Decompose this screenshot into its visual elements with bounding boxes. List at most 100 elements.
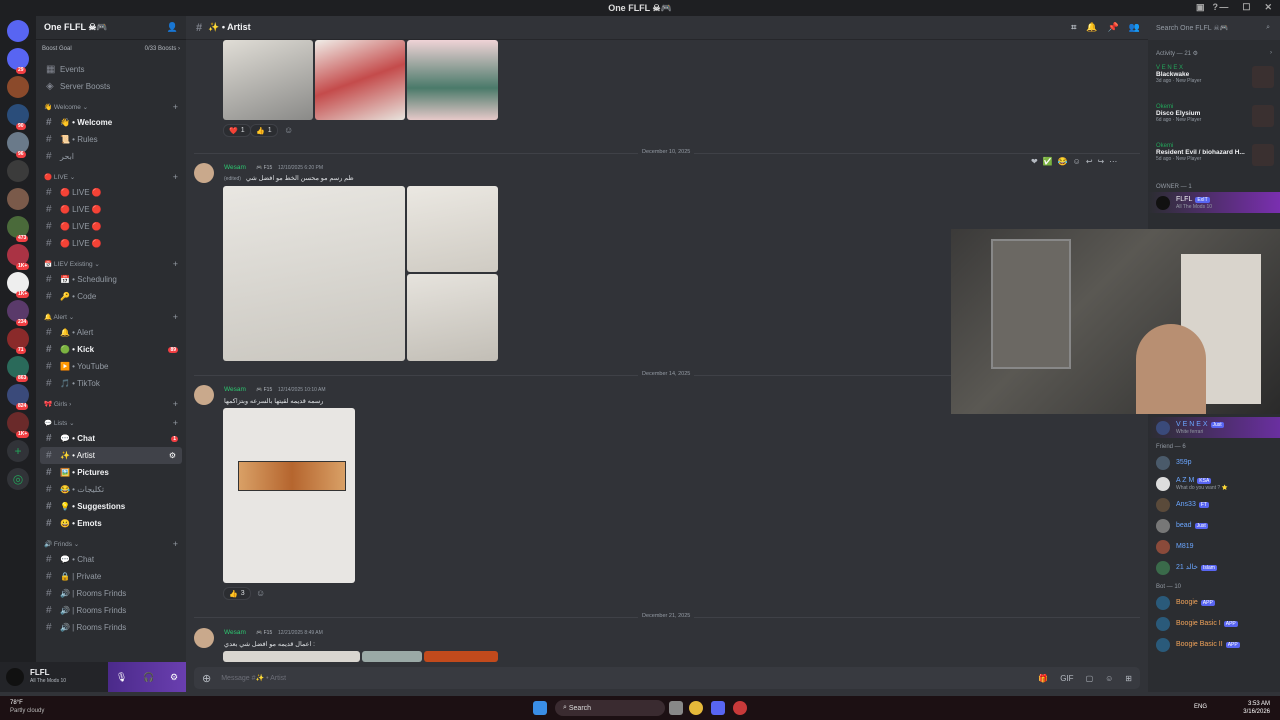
channel-item[interactable]: # 💬 • Chat 1: [36, 430, 186, 447]
channel-item[interactable]: # 🔔 • Alert: [36, 324, 186, 341]
members-icon[interactable]: 👥: [1129, 22, 1140, 33]
channel-item[interactable]: # ✨ • Artist ⚙: [40, 447, 182, 464]
add-reaction-icon[interactable]: ☺: [256, 588, 265, 598]
bot-item[interactable]: Boogie Basic II APP: [1148, 634, 1280, 655]
server-icon[interactable]: 96: [7, 132, 29, 158]
inbox-icon[interactable]: ▣: [1196, 2, 1205, 13]
add-channel-icon[interactable]: +: [173, 259, 178, 269]
channel-item[interactable]: # 🎵 • TikTok: [36, 375, 186, 392]
emoji-icon[interactable]: ☺: [1105, 674, 1113, 683]
add-member-icon[interactable]: 👤: [167, 22, 178, 33]
avatar[interactable]: [194, 163, 214, 183]
channel-item[interactable]: # 🖼️ • Pictures: [36, 464, 186, 481]
add-channel-icon[interactable]: +: [173, 539, 178, 549]
taskbar-search[interactable]: ⌕ Search: [555, 700, 665, 716]
channel-item[interactable]: # ▶️ • YouTube: [36, 358, 186, 375]
activity-item[interactable]: V E N E X Blackwake 3d ago · New Player: [1148, 61, 1280, 100]
chevron-right-icon[interactable]: ›: [1270, 50, 1272, 57]
app-icon[interactable]: [733, 701, 747, 715]
category-header[interactable]: 👋 Welcome ⌄ +: [36, 99, 186, 114]
channel-settings-icon[interactable]: ⚙: [169, 451, 176, 460]
add-channel-icon[interactable]: +: [173, 102, 178, 112]
channel-item[interactable]: # 😀 • Emots: [36, 515, 186, 532]
channel-item[interactable]: # 🔴 LIVE 🔴: [36, 184, 186, 201]
message-author[interactable]: Wesam: [224, 629, 246, 636]
windows-start-icon[interactable]: [533, 701, 547, 715]
add-channel-icon[interactable]: +: [173, 172, 178, 182]
reaction-thumbs-up[interactable]: 👍 3: [223, 587, 251, 600]
channel-item[interactable]: # 🟢 • Kick 89: [36, 341, 186, 358]
message-image[interactable]: [315, 40, 405, 120]
add-server-icon[interactable]: +: [7, 440, 29, 462]
add-channel-icon[interactable]: +: [173, 312, 178, 322]
headphones-icon[interactable]: 🎧: [143, 672, 154, 683]
channel-item[interactable]: # 👋 • Welcome: [36, 114, 186, 131]
close-icon[interactable]: ✕: [1264, 2, 1272, 13]
heart-icon[interactable]: ❤: [1031, 157, 1038, 166]
channel-item[interactable]: # 💬 • Chat: [36, 551, 186, 568]
discord-home-icon[interactable]: [7, 20, 29, 42]
server-icon[interactable]: [7, 160, 29, 182]
attach-icon[interactable]: ⊕: [202, 672, 211, 685]
search-input[interactable]: Search One FLFL ☠︎🎮 ⌕: [1150, 20, 1276, 36]
gift-icon[interactable]: 🎁: [1038, 674, 1048, 683]
gear-icon[interactable]: ⚙: [170, 672, 178, 683]
friend-item[interactable]: Ans33 FT: [1148, 494, 1280, 515]
apps-icon[interactable]: ⊞: [1125, 674, 1132, 683]
channel-item[interactable]: # 🔊 | Rooms Frinds: [36, 585, 186, 602]
message-image[interactable]: [223, 408, 355, 583]
channel-item[interactable]: # 🔊 | Rooms Frinds: [36, 602, 186, 619]
server-icon[interactable]: 863: [7, 356, 29, 382]
member-owner[interactable]: FLFL ExIT All The Mods 10: [1148, 192, 1280, 213]
server-icon[interactable]: [7, 76, 29, 98]
help-icon[interactable]: ?: [1213, 2, 1219, 13]
friend-item[interactable]: A Z M KSA What do you want ? ⭐: [1148, 473, 1280, 494]
message-image[interactable]: [223, 186, 405, 361]
friend-item[interactable]: 359p: [1148, 452, 1280, 473]
channel-item[interactable]: # 😂 • تكليجات: [36, 481, 186, 498]
channel-item[interactable]: # ابحر: [36, 148, 186, 165]
check-icon[interactable]: ✅: [1043, 157, 1053, 166]
file-explorer-icon[interactable]: [669, 701, 683, 715]
pin-icon[interactable]: 📌: [1108, 22, 1119, 33]
add-reaction-icon[interactable]: ☺: [284, 125, 293, 135]
server-boosts-link[interactable]: ◈ Server Boosts: [36, 78, 186, 95]
bell-icon[interactable]: 🔔: [1086, 22, 1097, 33]
add-channel-icon[interactable]: +: [173, 418, 178, 428]
channel-item[interactable]: # 🔴 LIVE 🔴: [36, 201, 186, 218]
threads-icon[interactable]: ⌗: [1071, 22, 1076, 33]
maximize-icon[interactable]: ☐: [1242, 2, 1250, 13]
bot-item[interactable]: Boogie Basic I APP: [1148, 613, 1280, 634]
friend-item[interactable]: bead Just: [1148, 515, 1280, 536]
server-icon[interactable]: 1K+: [7, 412, 30, 438]
channel-item[interactable]: # 📜 • Rules: [36, 131, 186, 148]
channel-item[interactable]: # 🔑 • Code: [36, 288, 186, 305]
boost-goal[interactable]: Boost Goal 0/33 Boosts ›: [42, 46, 180, 57]
server-icon[interactable]: [7, 188, 29, 210]
laugh-icon[interactable]: 😂: [1058, 157, 1068, 166]
clock[interactable]: 3:53 AM 3/16/2026: [1243, 700, 1270, 716]
chrome-icon[interactable]: [689, 701, 703, 715]
channel-item[interactable]: # 🔒 | Private: [36, 568, 186, 585]
server-header[interactable]: One FLFL ☠︎🎮 👤: [36, 16, 186, 40]
channel-item[interactable]: # 🔊 | Rooms Frinds: [36, 619, 186, 636]
category-header[interactable]: 🔴 LIVE ⌄ +: [36, 169, 186, 184]
activity-item[interactable]: Okemi Disco Elysium 6d ago · New Player: [1148, 100, 1280, 139]
friend-item[interactable]: M819: [1148, 536, 1280, 557]
microphone-icon[interactable]: 🎙: [116, 672, 127, 683]
avatar[interactable]: [194, 628, 214, 648]
minimize-icon[interactable]: —: [1219, 2, 1228, 13]
channel-item[interactable]: # 🔴 LIVE 🔴: [36, 218, 186, 235]
message-author[interactable]: Wesam: [224, 386, 246, 393]
category-header[interactable]: 🔊 Frinds ⌄ +: [36, 536, 186, 551]
avatar[interactable]: [6, 668, 24, 686]
message-image[interactable]: [223, 651, 360, 662]
forward-icon[interactable]: ↪: [1098, 157, 1105, 166]
message-image[interactable]: [407, 274, 498, 361]
language-indicator[interactable]: ENG: [1194, 704, 1207, 710]
message-image[interactable]: [424, 651, 498, 662]
message-image[interactable]: [407, 40, 498, 120]
bot-item[interactable]: Boogie APP: [1148, 592, 1280, 613]
server-icon[interactable]: 1K+: [7, 244, 30, 270]
channel-item[interactable]: # 💡 • Suggestions: [36, 498, 186, 515]
